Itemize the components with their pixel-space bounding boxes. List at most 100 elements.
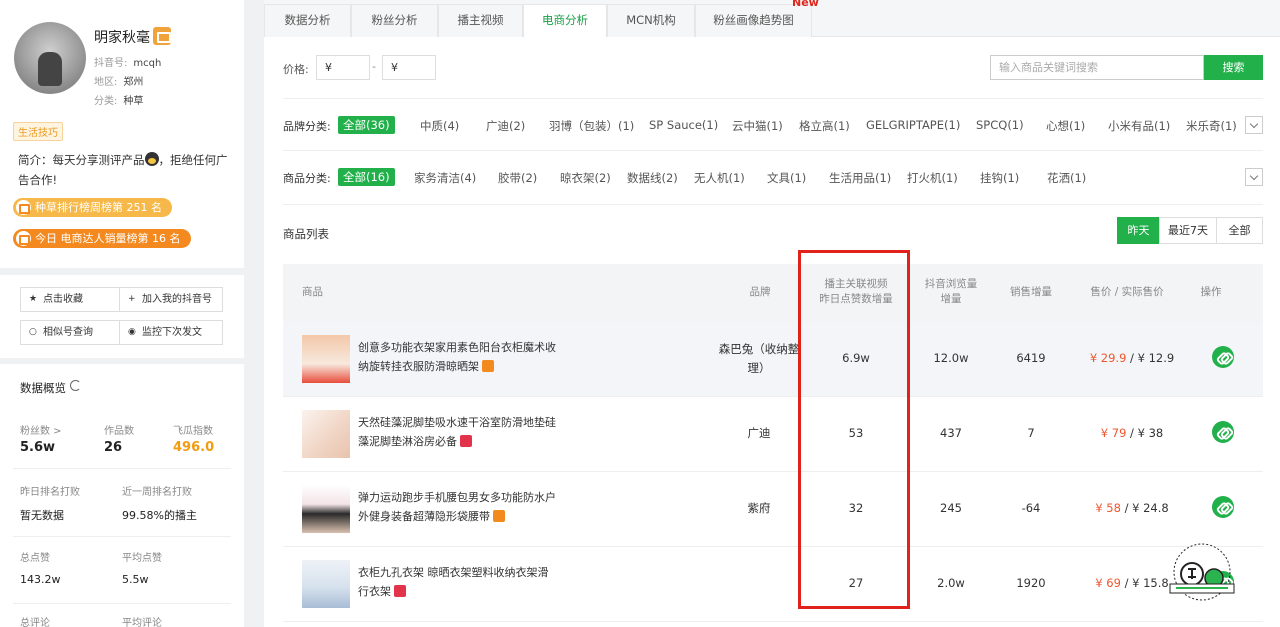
douyin-id-value: mcqh	[133, 58, 162, 69]
product-image[interactable]	[302, 560, 350, 608]
profile-name: 明家秋毫	[94, 30, 150, 46]
brand-chip[interactable]: 米乐奇(1)	[1186, 118, 1237, 134]
price-dash: -	[372, 60, 376, 73]
goods-chip[interactable]: 无人机(1)	[694, 170, 745, 186]
stat-index: 飞瓜指数 496.0	[173, 422, 214, 455]
stat-avg-likes-value: 5.5w	[122, 573, 149, 586]
stat-week-rank-label: 近一周排名打败	[122, 487, 192, 498]
brand-chip[interactable]: SPCQ(1)	[976, 118, 1024, 132]
brand-chip[interactable]: 广迪(2)	[486, 118, 525, 134]
link-icon[interactable]	[1212, 421, 1234, 443]
range-all[interactable]: 全部	[1216, 217, 1263, 244]
sale-price: ¥ 29.9	[1089, 351, 1127, 365]
table-row: 衣柜九孔衣架 晾晒衣架塑料收纳衣架滑行衣架 27 2.0w 1920 ¥ 69 …	[283, 547, 1263, 622]
rank-badge-weekly[interactable]: 种草排行榜周榜第 251 名	[13, 198, 172, 217]
product-name[interactable]: 弹力运动跑步手机腰包男女多功能防水户外健身装备超薄隐形袋腰带	[358, 488, 558, 526]
product-image[interactable]	[302, 335, 350, 383]
brand-expand-icon[interactable]	[1245, 116, 1263, 134]
stat-avg-comments-label: 平均评论	[122, 618, 162, 627]
link-icon[interactable]	[1212, 346, 1234, 368]
views-cell: 2.0w	[937, 576, 965, 590]
th-op: 操作	[1200, 286, 1222, 298]
goods-chip[interactable]: 文具(1)	[767, 170, 806, 186]
tab-fans-analysis[interactable]: 粉丝分析	[351, 4, 438, 37]
category: 分类: 种草	[94, 92, 143, 107]
tab-mcn[interactable]: MCN机构	[607, 4, 695, 37]
product-image[interactable]	[302, 410, 350, 458]
brand-chip[interactable]: 中质(4)	[420, 118, 459, 134]
range-7days[interactable]: 最近7天	[1159, 217, 1217, 244]
price-to-input[interactable]: ¥	[382, 55, 436, 80]
stat-yesterday-rank-label: 昨日排名打败	[20, 487, 80, 498]
tab-data-analysis[interactable]: 数据分析	[264, 4, 351, 37]
price-from-input[interactable]: ¥	[316, 55, 370, 80]
goods-chip[interactable]: 全部(16)	[338, 168, 395, 186]
monitor-icon: ◉	[128, 327, 136, 337]
brand-chip[interactable]: 格立高(1)	[799, 118, 850, 134]
th-sales[interactable]: 销售增量	[995, 285, 1067, 300]
similar-button[interactable]: ○ 相似号查询	[20, 320, 124, 345]
goods-chip[interactable]: 胶带(2)	[498, 170, 537, 186]
stat-total-likes: 总点赞 143.2w	[20, 549, 61, 586]
goods-chip[interactable]: 生活用品(1)	[829, 170, 891, 186]
tab-videos[interactable]: 播主视频	[438, 4, 523, 37]
favorite-button[interactable]: ★ 点击收藏	[20, 287, 124, 312]
views-cell: 437	[940, 426, 962, 440]
stat-total-comments-label: 总评论	[20, 618, 50, 627]
product-name[interactable]: 创意多功能衣架家用素色阳台衣柜魔术收纳旋转挂衣服防滑晾晒架	[358, 338, 558, 376]
product-name[interactable]: 衣柜九孔衣架 晾晒衣架塑料收纳衣架滑行衣架	[358, 563, 558, 601]
search-button[interactable]: 搜索	[1204, 55, 1263, 80]
table-header: 商品 品牌 播主关联视频 昨日点赞数增量 抖音浏览量 增量 销售增量 售价 / 实际…	[283, 264, 1263, 322]
goods-chip[interactable]: 家务清洁(4)	[414, 170, 476, 186]
product-name-text: 创意多功能衣架家用素色阳台衣柜魔术收纳旋转挂衣服防滑晾晒架	[358, 341, 556, 373]
link-icon[interactable]	[1212, 496, 1234, 518]
brand-cell: 紫府	[747, 501, 771, 515]
tab-ecommerce[interactable]: 电商分析	[523, 4, 607, 37]
stat-fans-label: 粉丝数 >	[20, 426, 62, 437]
search-input[interactable]: 输入商品关键词搜索	[990, 55, 1204, 80]
th-views[interactable]: 抖音浏览量 增量	[913, 277, 989, 307]
add-mine-button[interactable]: + 加入我的抖音号	[119, 287, 223, 312]
goods-expand-icon[interactable]	[1245, 168, 1263, 186]
profile-card: 明家秋毫 抖音号: mcqh 地区: 郑州 分类: 种草 生活技巧 简介：每天分享测评…	[0, 0, 244, 268]
stat-works-value: 26	[104, 440, 123, 455]
similar-label: 相似号查询	[43, 327, 93, 338]
cart-icon	[16, 231, 31, 246]
actual-price: / ¥ 38	[1126, 426, 1164, 440]
stat-week-rank: 近一周排名打败 99.58%的播主	[122, 483, 197, 523]
th-price[interactable]: 售价 / 实际售价	[1077, 285, 1177, 300]
goods-chip[interactable]: 打火机(1)	[907, 170, 958, 186]
goods-chip[interactable]: 数据线(2)	[627, 170, 678, 186]
divider	[283, 204, 1263, 205]
rank-badge-sales[interactable]: 今日 电商达人销量榜第 16 名	[13, 229, 191, 248]
monitor-button[interactable]: ◉ 监控下次发文	[119, 320, 223, 345]
brand-chip[interactable]: 小米有品(1)	[1108, 118, 1170, 134]
monitor-label: 监控下次发文	[142, 327, 202, 338]
sidebar: 明家秋毫 抖音号: mcqh 地区: 郑州 分类: 种草 生活技巧 简介：每天分享测评…	[0, 0, 244, 627]
goods-chip[interactable]: 花洒(1)	[1047, 170, 1086, 186]
goods-chip[interactable]: 晾衣架(2)	[560, 170, 611, 186]
brand-chip[interactable]: 羽博（包装）(1)	[549, 118, 634, 134]
brand-chip[interactable]: 云中猫(1)	[732, 118, 783, 134]
brand-chip[interactable]: 心想(1)	[1046, 118, 1085, 134]
range-yesterday[interactable]: 昨天	[1117, 217, 1160, 244]
divider	[13, 603, 231, 604]
stat-fans-value: 5.6w	[20, 440, 56, 455]
price-label: 价格:	[283, 63, 309, 76]
profile-intro: 简介：每天分享测评产品 ，拒绝任何广告合作!	[18, 150, 232, 190]
product-name[interactable]: 天然硅藻泥脚垫吸水速干浴室防滑地垫硅藻泥脚垫淋浴房必备	[358, 413, 558, 451]
intro-prefix: 简介：每天分享测评产品	[18, 153, 145, 167]
brand-chip[interactable]: SP Sauce(1)	[649, 118, 718, 132]
stat-works-label: 作品数	[104, 426, 134, 437]
brand-chip[interactable]: GELGRIPTAPE(1)	[866, 118, 960, 132]
goods-chip[interactable]: 挂钩(1)	[980, 170, 1019, 186]
refresh-icon[interactable]	[70, 380, 81, 391]
goods-filter-label: 商品分类:	[283, 172, 331, 185]
product-name-text: 天然硅藻泥脚垫吸水速干浴室防滑地垫硅藻泥脚垫淋浴房必备	[358, 416, 556, 448]
divider	[283, 150, 1263, 151]
stat-fans[interactable]: 粉丝数 > 5.6w	[20, 422, 62, 455]
price-cell: ¥ 58 / ¥ 24.8	[1077, 499, 1187, 518]
sale-price: ¥ 79	[1100, 426, 1127, 440]
brand-chip[interactable]: 全部(36)	[338, 116, 395, 134]
product-image[interactable]	[302, 485, 350, 533]
